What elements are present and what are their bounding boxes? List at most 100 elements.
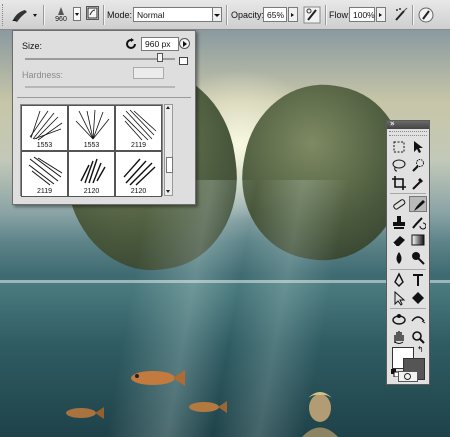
path-select-tool-button[interactable] — [390, 290, 408, 306]
spot-healing-tool-button[interactable] — [390, 196, 408, 212]
options-separator — [43, 5, 45, 25]
scroll-up-arrow[interactable] — [166, 106, 170, 109]
eraser-tool-button[interactable] — [390, 232, 408, 248]
tools-divider — [390, 308, 426, 309]
size-label: Size: — [22, 41, 43, 51]
options-bar-grip[interactable] — [2, 4, 6, 26]
brush-size-readout: 960 — [55, 16, 67, 23]
brush-preset-tile[interactable]: 2120 — [68, 151, 115, 197]
fish-image — [189, 401, 227, 413]
brush-preset-tile[interactable]: 2120 — [115, 151, 162, 197]
quick-mask-button[interactable] — [398, 371, 418, 382]
3d-orbit-tool-button[interactable] — [409, 311, 427, 327]
eraser-tool-icon — [392, 236, 405, 247]
flow-field[interactable]: 100% — [349, 7, 375, 22]
blend-mode-dropdown-arrow[interactable] — [212, 7, 222, 22]
shape-tool-button[interactable] — [409, 290, 427, 306]
options-separator — [412, 5, 414, 25]
brush-preset-grid: 1553 1553 2119 2119 2120 2120 — [20, 104, 163, 197]
brush-size-slider[interactable] — [25, 58, 175, 60]
tools-divider — [390, 193, 426, 194]
brush-panel-menu-button[interactable] — [179, 38, 190, 49]
brush-stroke-preview-icon — [80, 158, 106, 184]
brush-preset-size: 2119 — [36, 188, 53, 195]
dodge-tool-button[interactable] — [409, 250, 427, 266]
brush-preset-tile[interactable]: 1553 — [21, 105, 68, 151]
flow-slider-button[interactable] — [376, 7, 386, 22]
brush-tool-preset-icon — [12, 10, 37, 22]
tool-preset-picker[interactable] — [9, 6, 39, 24]
options-separator — [226, 5, 228, 25]
zoom-tool-button[interactable] — [409, 329, 427, 345]
reset-size-icon[interactable] — [125, 38, 137, 50]
move-tool-button[interactable] — [409, 139, 427, 155]
new-preset-button[interactable] — [179, 57, 188, 65]
tools-panel-header[interactable]: » × — [387, 119, 429, 129]
brush-preset-tile[interactable]: 2119 — [115, 105, 162, 151]
hardness-slider — [25, 86, 175, 88]
close-panel-button[interactable]: × — [390, 119, 395, 128]
brush-preset-picker[interactable]: 960 — [51, 5, 71, 25]
pressure-opacity-button[interactable] — [303, 5, 321, 25]
opacity-label: Opacity: — [231, 10, 265, 20]
preset-scrollbar[interactable] — [164, 104, 173, 196]
eyedropper-tool-button[interactable] — [409, 175, 427, 191]
blur-tool-button[interactable] — [390, 250, 408, 266]
toggle-brush-panel-button[interactable] — [86, 6, 99, 20]
brush-preset-picker-panel: Size: 960 px Hardness: 1553 1553 2119 21… — [12, 30, 196, 205]
brush-stroke-preview-icon — [123, 158, 156, 186]
panel-divider — [17, 97, 191, 98]
swap-colors-icon[interactable]: ↰ — [417, 345, 424, 354]
opacity-field[interactable]: 65% — [263, 7, 287, 22]
marquee-tool-button[interactable] — [390, 139, 408, 155]
brush-tool-button[interactable] — [409, 196, 427, 212]
brush-picker-dropdown-button[interactable] — [73, 7, 81, 21]
airbrush-icon — [395, 7, 408, 21]
3d-rotate-tool-button[interactable] — [390, 311, 408, 327]
blend-mode-select[interactable]: Normal — [133, 7, 213, 22]
path-select-tool-icon — [394, 290, 406, 306]
options-separator — [325, 5, 327, 25]
fish-image — [66, 407, 104, 419]
lasso-tool-button[interactable] — [390, 157, 408, 173]
quick-select-tool-button[interactable] — [409, 157, 427, 173]
tools-panel: » × ↰ — [386, 119, 430, 385]
brush-preset-size: 2120 — [130, 188, 147, 195]
tools-divider — [390, 269, 426, 270]
gradient-tool-button[interactable] — [409, 232, 427, 248]
brush-size-slider-thumb[interactable] — [157, 53, 163, 62]
brush-preset-tile[interactable]: 2119 — [21, 151, 68, 197]
history-brush-tool-icon — [412, 217, 426, 230]
pen-tool-button[interactable] — [390, 272, 408, 288]
dodge-tool-icon — [412, 252, 425, 265]
brush-panel-toggle-icon — [87, 7, 98, 19]
type-tool-button[interactable] — [409, 272, 427, 288]
type-tool-icon — [413, 274, 423, 286]
brush-stroke-preview-icon — [75, 109, 110, 140]
brush-preset-size: 1553 — [83, 142, 100, 149]
3d-orbit-tool-icon — [411, 316, 426, 324]
scrollbar-thumb[interactable] — [166, 157, 173, 173]
brush-preset-tile[interactable]: 1553 — [68, 105, 115, 151]
crop-tool-button[interactable] — [390, 175, 408, 191]
hand-tool-button[interactable] — [390, 329, 408, 345]
scroll-down-arrow[interactable] — [166, 190, 170, 193]
crop-tool-icon — [392, 176, 406, 190]
clone-stamp-tool-icon — [393, 216, 405, 229]
brush-stroke-preview-icon — [29, 110, 63, 141]
airbrush-button[interactable] — [392, 5, 410, 25]
quick-select-tool-icon — [412, 159, 424, 172]
brush-tool-icon — [414, 200, 425, 211]
tools-panel-grip[interactable] — [389, 131, 427, 136]
opacity-slider-button[interactable] — [288, 7, 298, 22]
pressure-size-button[interactable] — [417, 5, 435, 25]
history-brush-tool-button[interactable] — [409, 214, 427, 230]
brush-size-field[interactable]: 960 px — [141, 37, 179, 51]
brush-preset-size: 2119 — [130, 142, 147, 149]
move-tool-icon — [414, 141, 423, 153]
brush-stroke-preview-icon — [28, 156, 63, 186]
marquee-tool-icon — [393, 141, 405, 153]
clone-stamp-tool-button[interactable] — [390, 214, 408, 230]
pressure-size-icon — [418, 7, 434, 23]
zoom-tool-icon — [412, 331, 425, 344]
